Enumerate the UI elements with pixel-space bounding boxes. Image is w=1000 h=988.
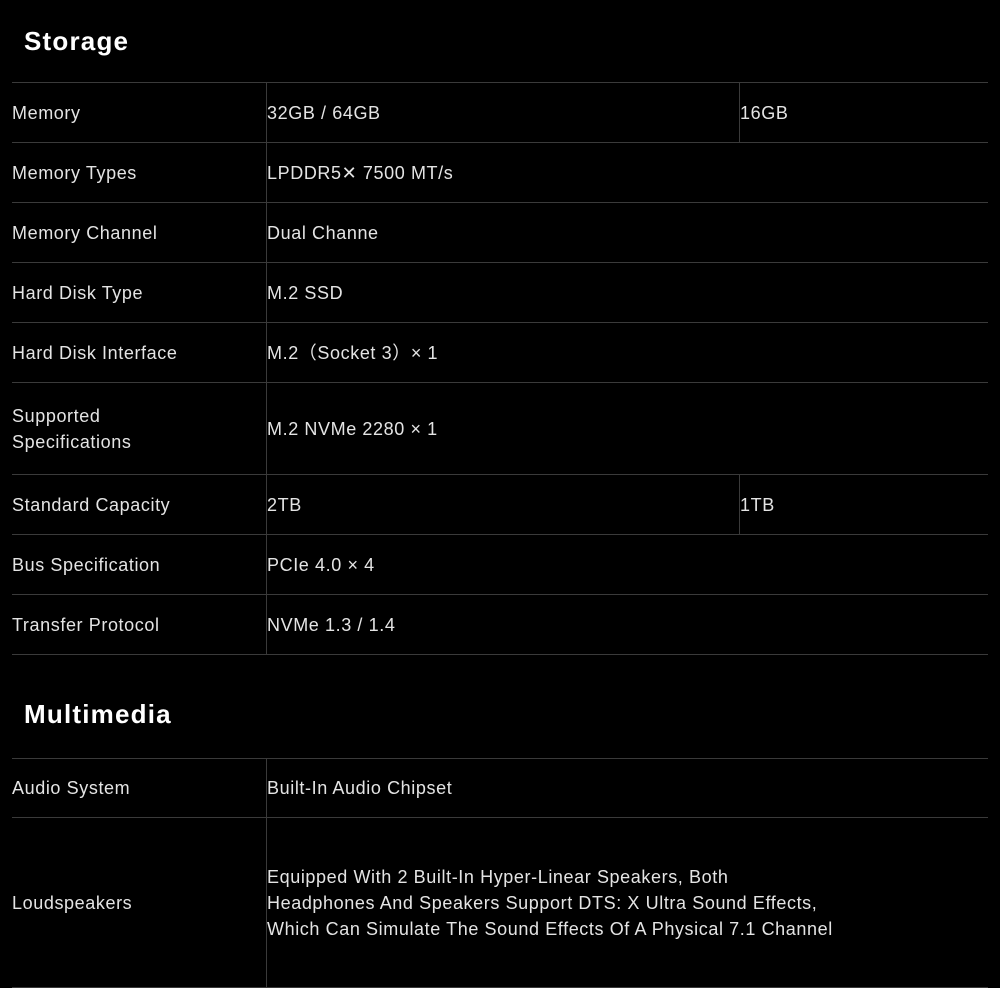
row-label: Memory bbox=[12, 82, 267, 143]
row-value: NVMe 1.3 / 1.4 bbox=[267, 614, 396, 635]
section-storage: Storage Memory 32GB / 64GB 16GB Memory T… bbox=[0, 0, 1000, 655]
row-value: 2TB bbox=[267, 494, 302, 515]
table-row: Hard Disk Interface M.2（Socket 3）× 1 bbox=[12, 322, 988, 383]
row-value-secondary: 16GB bbox=[739, 82, 988, 143]
row-value-secondary: 1TB bbox=[739, 474, 988, 535]
section-title-storage: Storage bbox=[24, 26, 130, 56]
row-value: Dual Channe bbox=[267, 222, 379, 243]
table-row: Standard Capacity 2TB 1TB bbox=[12, 474, 988, 535]
table-row: Transfer Protocol NVMe 1.3 / 1.4 bbox=[12, 594, 988, 655]
table-row: Memory 32GB / 64GB 16GB bbox=[12, 82, 988, 143]
row-label: Memory Channel bbox=[12, 202, 267, 263]
storage-spec-table: Memory 32GB / 64GB 16GB Memory Types LPD… bbox=[12, 82, 988, 655]
section-multimedia: Multimedia Audio System Built-In Audio C… bbox=[0, 655, 1000, 988]
row-label: Hard Disk Type bbox=[12, 262, 267, 323]
multimedia-spec-table: Audio System Built-In Audio Chipset Loud… bbox=[12, 758, 988, 988]
row-label: Audio System bbox=[12, 758, 267, 818]
row-label: Memory Types bbox=[12, 142, 267, 203]
row-value: Built-In Audio Chipset bbox=[267, 778, 453, 798]
row-label: Standard Capacity bbox=[12, 474, 267, 535]
table-row: Bus Specification PCIe 4.0 × 4 bbox=[12, 534, 988, 595]
spec-sheet-page: Storage Memory 32GB / 64GB 16GB Memory T… bbox=[0, 0, 1000, 988]
row-value: Equipped With 2 Built-In Hyper-Linear Sp… bbox=[267, 866, 833, 939]
row-value: M.2（Socket 3）× 1 bbox=[267, 342, 439, 363]
row-value: 32GB / 64GB bbox=[267, 102, 381, 123]
table-row: Audio System Built-In Audio Chipset bbox=[12, 758, 988, 818]
row-value: M.2 SSD bbox=[267, 282, 344, 303]
row-label: Loudspeakers bbox=[12, 817, 267, 988]
table-row: Loudspeakers Equipped With 2 Built-In Hy… bbox=[12, 817, 988, 988]
row-label: Bus Specification bbox=[12, 534, 267, 595]
row-label: Hard Disk Interface bbox=[12, 322, 267, 383]
row-label: Transfer Protocol bbox=[12, 594, 267, 655]
table-row: Supported Specifications M.2 NVMe 2280 ×… bbox=[12, 382, 988, 475]
row-label: Supported Specifications bbox=[12, 382, 267, 475]
table-row: Hard Disk Type M.2 SSD bbox=[12, 262, 988, 323]
section-title-multimedia: Multimedia bbox=[24, 699, 172, 729]
row-value: M.2 NVMe 2280 × 1 bbox=[267, 418, 438, 439]
table-row: Memory Channel Dual Channe bbox=[12, 202, 988, 263]
row-value: PCIe 4.0 × 4 bbox=[267, 554, 375, 575]
row-value: LPDDR5✕ 7500 MT/s bbox=[267, 162, 454, 183]
table-row: Memory Types LPDDR5✕ 7500 MT/s bbox=[12, 142, 988, 203]
